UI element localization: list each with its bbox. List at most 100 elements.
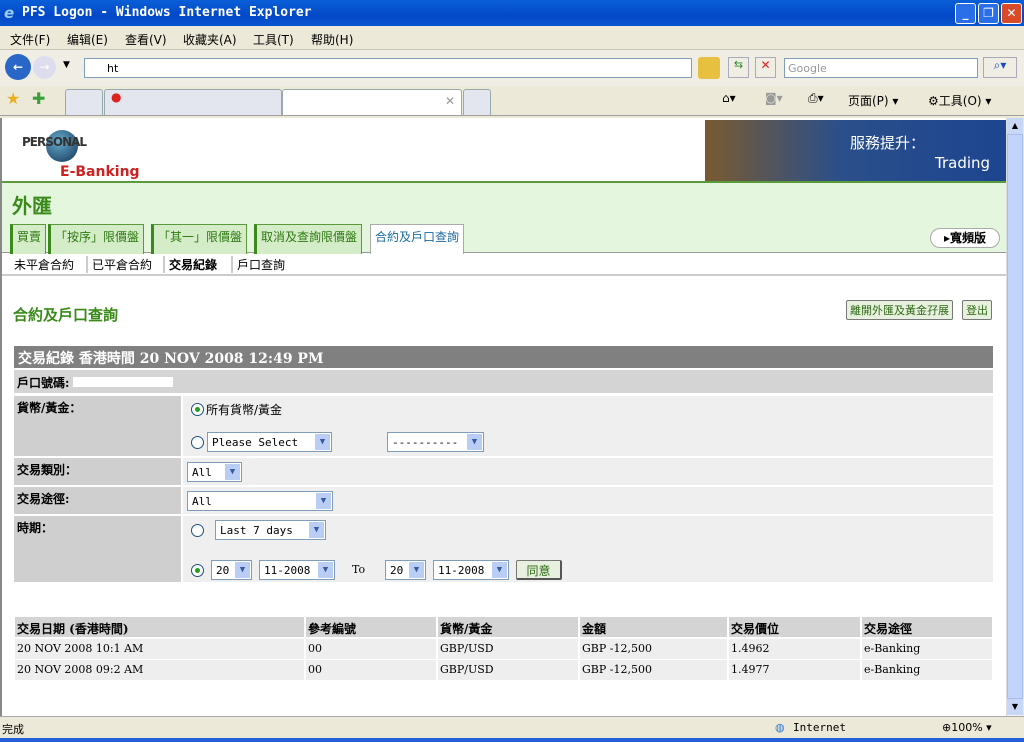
tab-oco-limit[interactable]: 「其一」限價盤	[151, 224, 248, 254]
table-cell: 20 NOV 2008 10:1 AM	[15, 639, 304, 659]
table-cell: GBP -12,500	[580, 660, 727, 680]
forward-button[interactable]: →	[33, 56, 56, 79]
scroll-down-icon[interactable]: ▼	[1007, 699, 1023, 715]
table-cell: GBP -12,500	[580, 639, 727, 659]
column-header: 參考編號	[306, 617, 436, 637]
table-cell: 00	[306, 660, 436, 680]
to-label: To	[352, 563, 366, 576]
menu-view[interactable]: 查看(V)	[125, 31, 167, 48]
divider	[2, 274, 1006, 276]
type-select[interactable]: All ▼	[187, 462, 242, 482]
personal-ebanking-logo: PERSONAL E-Banking	[20, 130, 150, 180]
history-dropdown-icon[interactable]: ▼	[63, 60, 70, 70]
menu-edit[interactable]: 编辑(E)	[67, 31, 108, 48]
section-heading: 合約及戶口查詢	[13, 306, 119, 324]
scroll-up-icon[interactable]: ▲	[1007, 118, 1023, 134]
search-button[interactable]: ⌕▾	[983, 57, 1017, 78]
taskbar	[0, 738, 1024, 742]
tab-trade[interactable]: 買賣	[10, 224, 47, 254]
column-header: 交易途徑	[862, 617, 992, 637]
chevron-down-icon: ▼	[235, 562, 250, 578]
subnav-closed-contracts[interactable]: 已平倉合約	[86, 256, 152, 273]
period-label: 時期：	[14, 516, 181, 582]
stop-button[interactable]: ✕	[755, 57, 776, 78]
vertical-scrollbar[interactable]: ▲ ▼	[1006, 118, 1023, 716]
broadband-button[interactable]: ▸寬頻版	[930, 228, 1000, 248]
banner[interactable]: 服務提升： Trading	[705, 120, 1006, 182]
minimize-button[interactable]: _	[955, 3, 976, 24]
custom-period-radio[interactable]	[191, 564, 204, 577]
menu-bar: 文件(F) 编辑(E) 查看(V) 收藏夹(A) 工具(T) 帮助(H)	[0, 26, 1024, 50]
close-tab-icon[interactable]: ✕	[445, 94, 455, 108]
subnav-open-contracts[interactable]: 未平倉合約	[14, 256, 74, 273]
browser-tab-1[interactable]: ●	[104, 89, 282, 115]
home-icon[interactable]: ⌂▾	[722, 91, 736, 105]
scroll-thumb[interactable]	[1007, 134, 1023, 699]
window-title: PFS Logon - Windows Internet Explorer	[22, 5, 312, 20]
page-title: 外匯	[12, 194, 52, 218]
zoom-control[interactable]: ⊕100% ▾	[942, 721, 992, 734]
address-input[interactable]: ht	[84, 58, 692, 78]
feeds-icon[interactable]: ◙▾	[765, 91, 783, 105]
account-row: 戶口號碼:	[14, 370, 993, 393]
preset-period-radio[interactable]	[191, 524, 204, 537]
currency-select[interactable]: Please Select ▼	[207, 432, 332, 452]
table-cell: GBP/USD	[438, 639, 578, 659]
tab-sequential-limit[interactable]: 「按序」限價盤	[48, 224, 145, 254]
status-bar: 完成 ◍ Internet ⊕100% ▾	[0, 716, 1024, 738]
table-cell: 1.4962	[729, 639, 860, 659]
security-zone: Internet	[793, 721, 846, 734]
refresh-button[interactable]: ⇆	[728, 57, 749, 78]
column-header: 金額	[580, 617, 727, 637]
subnav-account-enquiry[interactable]: 戶口查詢	[231, 256, 285, 273]
to-month-select[interactable]: 11-2008 ▼	[433, 560, 509, 580]
new-tab-button[interactable]	[463, 89, 491, 115]
all-currency-label: 所有貨幣/黃金	[206, 403, 283, 417]
window-title-bar: PFS Logon - Windows Internet Explorer	[0, 0, 1024, 26]
chevron-down-icon: ▼	[309, 522, 324, 538]
tab-contract-account[interactable]: 合約及戶口查詢	[370, 224, 465, 254]
back-button[interactable]: ←	[5, 54, 31, 80]
globe-icon: ◍	[775, 721, 785, 734]
column-header: 貨幣/黃金	[438, 617, 578, 637]
maximize-button[interactable]: ❐	[978, 3, 999, 24]
search-input[interactable]: Google	[784, 58, 978, 78]
from-day-select[interactable]: 20 ▼	[211, 560, 252, 580]
currency-pair-select[interactable]: ---------- ▼	[387, 432, 484, 452]
ie-icon: e	[4, 4, 15, 22]
table-cell: 00	[306, 639, 436, 659]
menu-favorites[interactable]: 收藏夹(A)	[183, 31, 237, 48]
table-cell: 20 NOV 2008 09:2 AM	[15, 660, 304, 680]
tools-menu[interactable]: ⚙工具(O) ▾	[928, 92, 991, 109]
menu-tools[interactable]: 工具(T)	[253, 31, 294, 48]
quick-tabs-button[interactable]	[65, 89, 103, 115]
table-cell: e-Banking	[862, 639, 992, 659]
print-icon[interactable]: ⎙▾	[808, 91, 824, 106]
tab-cancel-limit[interactable]: 取消及查詢限價盤	[254, 224, 363, 254]
from-month-select[interactable]: 11-2008 ▼	[259, 560, 335, 580]
close-button[interactable]: ✕	[1001, 3, 1022, 24]
page-menu[interactable]: 页面(P) ▾	[848, 92, 898, 109]
type-label: 交易類別：	[14, 458, 181, 485]
menu-file[interactable]: 文件(F)	[10, 31, 50, 48]
table-cell: GBP/USD	[438, 660, 578, 680]
to-day-select[interactable]: 20 ▼	[385, 560, 426, 580]
leave-fx-button[interactable]: 離開外匯及黃金孖展	[846, 300, 953, 320]
type-field	[183, 458, 993, 485]
lock-icon	[698, 57, 720, 79]
subnav-transaction-history[interactable]: 交易紀錄	[163, 256, 217, 273]
add-favorite-icon[interactable]: ✚	[32, 89, 45, 108]
preset-period-select[interactable]: Last 7 days ▼	[215, 520, 326, 540]
browser-tab-2[interactable]: ✕	[282, 89, 462, 115]
logout-button[interactable]: 登出	[962, 300, 992, 320]
channel-label: 交易途徑:	[14, 487, 181, 514]
all-currency-radio[interactable]	[191, 403, 204, 416]
currency-label: 貨幣/黃金：	[14, 396, 181, 456]
submit-button[interactable]: 同意	[516, 560, 562, 580]
menu-help[interactable]: 帮助(H)	[311, 31, 353, 48]
status-text: 完成	[2, 723, 24, 736]
favorites-star-icon[interactable]: ★	[6, 89, 20, 108]
table-cell: e-Banking	[862, 660, 992, 680]
select-currency-radio[interactable]	[191, 436, 204, 449]
channel-select[interactable]: All ▼	[187, 491, 333, 511]
